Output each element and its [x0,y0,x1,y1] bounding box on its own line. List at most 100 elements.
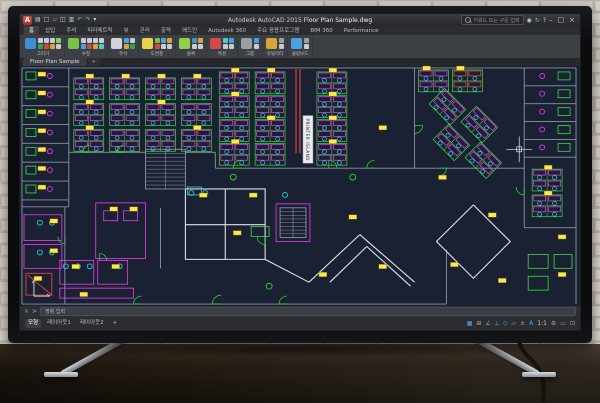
ribbon-icon[interactable] [304,38,309,43]
ribbon-tab-3[interactable]: 파라메트릭 [82,26,117,35]
ribbon-tab-10[interactable]: BIM 360 [305,27,337,35]
ribbon-icon[interactable] [223,38,228,43]
ribbon-icon[interactable] [229,44,234,49]
ribbon-big-icon[interactable] [111,38,122,49]
ribbon-icon[interactable] [50,38,55,43]
maximize-button[interactable]: □ [558,15,565,25]
ribbon-big-icon[interactable] [68,38,79,49]
file-tab-1[interactable]: + [88,58,101,66]
workspace-dropdown-icon[interactable]: ▾ [93,15,96,25]
command-line[interactable]: × > 명령 입력 [20,306,580,317]
ribbon-tab-11[interactable]: Performance [339,27,384,35]
ribbon-big-icon[interactable] [266,38,277,49]
ribbon-icon[interactable] [130,44,135,49]
polar-tracking-icon[interactable]: ∠ [485,319,490,329]
ribbon-tab-0[interactable]: 홈 [24,26,39,35]
floorplan-canvas[interactable]: PRINTER ISLAND [20,66,580,306]
ribbon-icon[interactable] [155,44,160,49]
ribbon-icon[interactable] [198,38,203,43]
ribbon-icon[interactable] [87,44,92,49]
ribbon-tab-2[interactable]: 주석 [61,26,81,35]
ribbon-big-icon[interactable] [25,38,36,49]
ribbon-icon[interactable] [161,44,166,49]
ribbon-icon[interactable] [192,44,197,49]
ribbon-icon[interactable] [279,44,284,49]
ribbon-icon[interactable] [81,44,86,49]
annotation-scale[interactable]: 1:1 [537,319,547,329]
ribbon-icon[interactable] [254,44,259,49]
open-file-icon[interactable]: ▱ [52,15,57,25]
ribbon-icon[interactable] [56,38,61,43]
ribbon-icon[interactable] [93,44,98,49]
ribbon-icon[interactable] [254,38,259,43]
redo-icon[interactable]: ↷ [85,15,90,25]
drawing-area[interactable]: PRINTER ISLAND [20,66,580,306]
signin-icon[interactable]: ◉ [527,17,532,24]
ribbon-big-icon[interactable] [210,38,221,49]
ribbon-icon[interactable] [44,44,49,49]
ribbon-icon[interactable] [93,38,98,43]
ribbon-big-icon[interactable] [179,38,190,49]
command-input[interactable]: 명령 입력 [40,307,576,316]
lineweight-icon[interactable]: ± [520,319,525,329]
ribbon-icon[interactable] [229,38,234,43]
print-icon[interactable]: ▥ [69,15,75,25]
ribbon-icon[interactable] [279,38,284,43]
ribbon-tab-6[interactable]: 출력 [156,26,176,35]
ribbon-icon[interactable] [124,38,129,43]
ribbon-icon[interactable] [50,44,55,49]
settings-gear-icon[interactable]: ⚙ [551,319,556,329]
ribbon-icon[interactable] [167,38,172,43]
menu-icon[interactable]: ▤ [35,15,41,25]
ribbon-icon[interactable] [99,38,104,43]
layout-tab-2[interactable]: 레이아웃2 [77,319,107,328]
save-icon[interactable]: ◫ [60,15,66,25]
ribbon-big-icon[interactable] [291,38,302,49]
snap-icon[interactable]: ⊞ [476,319,481,329]
grid-icon[interactable]: ▦ [467,319,473,329]
layout-tab-1[interactable]: 레이아웃1 [44,319,74,328]
ribbon-tab-1[interactable]: 삽입 [40,26,60,35]
undo-icon[interactable]: ↶ [77,15,82,25]
minimize-button[interactable]: – [549,15,553,25]
annotation-icon[interactable]: A [529,319,533,329]
file-tab-0[interactable]: Floor Plan Sample [23,58,87,66]
ribbon-tab-4[interactable]: 뷰 [119,26,134,35]
ribbon-icon[interactable] [155,38,160,43]
ribbon-icon[interactable] [167,44,172,49]
ribbon-icon[interactable] [56,44,61,49]
fullscreen-icon[interactable]: ⊡ [570,319,575,329]
ribbon-icon[interactable] [124,44,129,49]
ribbon-icon[interactable] [87,38,92,43]
layout-tab-3[interactable]: + [110,319,121,328]
ribbon-icon[interactable] [38,38,43,43]
ribbon-icon[interactable] [38,44,43,49]
autocad-logo-icon[interactable]: A [23,16,32,25]
close-icon[interactable]: × [24,308,29,315]
layout-tab-0[interactable]: 모형 [25,319,41,328]
ribbon-icon[interactable] [198,44,203,49]
ribbon-icon[interactable] [304,44,309,49]
dynamic-input-icon[interactable]: ▱ [511,319,516,329]
osnap-icon[interactable]: ◇ [503,319,508,329]
ortho-icon[interactable]: ⟂ [495,319,499,329]
ribbon-icon[interactable] [99,44,104,49]
ribbon-big-icon[interactable] [142,38,153,49]
ribbon-tab-8[interactable]: Autodesk 360 [203,27,251,35]
ribbon-big-icon[interactable] [241,38,252,49]
ribbon-icon[interactable] [192,38,197,43]
ribbon-icon[interactable] [223,44,228,49]
new-file-icon[interactable]: □ [44,15,50,25]
search-box[interactable]: 키워드 또는 구문 입력 [461,15,523,25]
ribbon-tab-7[interactable]: 애드인 [177,26,202,35]
help-icon[interactable]: ? [543,17,546,24]
ribbon-icon[interactable] [130,38,135,43]
a360-sync-icon[interactable]: ↻ [535,17,540,24]
close-button[interactable]: × [569,15,575,25]
ribbon-icon[interactable] [161,38,166,43]
ribbon-tab-5[interactable]: 관리 [135,26,155,35]
ribbon-tab-9[interactable]: 주요 응용프로그램 [252,26,304,35]
isolate-objects-icon[interactable]: ▭ [560,319,566,329]
ribbon-icon[interactable] [44,38,49,43]
ribbon-icon[interactable] [81,38,86,43]
